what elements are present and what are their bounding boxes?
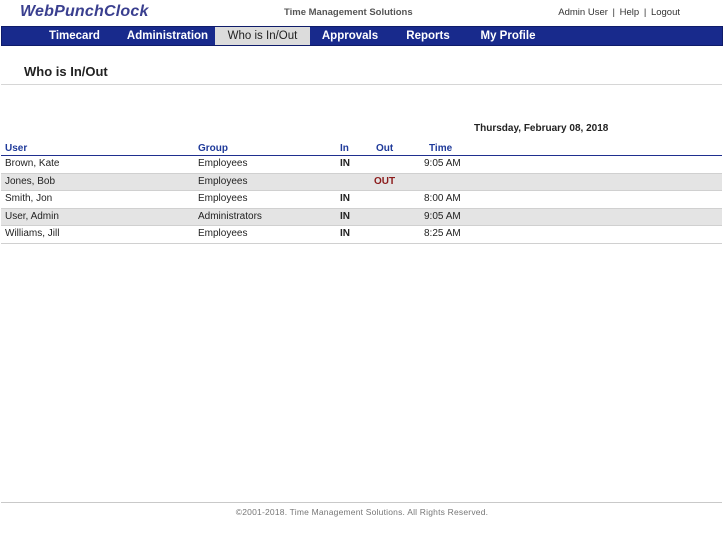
nav-tab-administration[interactable]: Administration: [121, 27, 214, 45]
column-header-user[interactable]: User: [5, 143, 27, 155]
table-row: Williams, Jill Employees IN 8:25 AM: [1, 226, 722, 244]
column-header-time[interactable]: Time: [429, 143, 452, 155]
link-separator: |: [612, 7, 615, 18]
cell-user: User, Admin: [5, 210, 59, 222]
title-divider: [1, 84, 722, 85]
cell-in-status: IN: [340, 158, 350, 169]
cell-group: Employees: [198, 175, 248, 187]
page-title: Who is In/Out: [24, 64, 108, 79]
footer-divider: [1, 502, 722, 503]
company-name: Time Management Solutions: [284, 7, 413, 18]
table-row: Brown, Kate Employees IN 9:05 AM: [1, 156, 722, 174]
copyright-footer: ©2001-2018. Time Management Solutions. A…: [235, 507, 489, 517]
cell-group: Administrators: [198, 210, 262, 222]
who-is-in-out-table: User Group In Out Time Brown, Kate Emplo…: [1, 143, 722, 244]
nav-tab-who-is-in-out[interactable]: Who is In/Out: [215, 27, 310, 45]
nav-tab-timecard[interactable]: Timecard: [28, 27, 121, 45]
table-header: User Group In Out Time: [1, 143, 722, 156]
link-separator: |: [643, 7, 647, 18]
cell-time: 9:05 AM: [424, 158, 461, 169]
cell-time: 8:00 AM: [424, 193, 461, 204]
nav-tab-my-profile[interactable]: My Profile: [466, 27, 550, 45]
logout-link[interactable]: Logout: [651, 7, 680, 18]
cell-time: 8:25 AM: [424, 228, 461, 239]
cell-time: 9:05 AM: [424, 210, 461, 222]
cell-in-status: IN: [340, 210, 350, 222]
column-header-group[interactable]: Group: [198, 143, 228, 155]
cell-user: Brown, Kate: [5, 158, 60, 169]
nav-tab-reports[interactable]: Reports: [390, 27, 466, 45]
table-row: Smith, Jon Employees IN 8:00 AM: [1, 191, 722, 209]
cell-in-status: IN: [340, 228, 350, 239]
cell-user: Williams, Jill: [5, 228, 60, 239]
top-bar: WebPunchClock Time Management Solutions …: [0, 0, 724, 26]
main-nav: Timecard Administration Who is In/Out Ap…: [1, 26, 723, 46]
nav-tab-approvals[interactable]: Approvals: [310, 27, 390, 45]
cell-group: Employees: [198, 228, 248, 239]
cell-in-status: IN: [340, 193, 350, 204]
user-links: Admin User | Help | Logout: [558, 7, 680, 18]
table-row: User, Admin Administrators IN 9:05 AM: [1, 208, 722, 226]
column-header-in[interactable]: In: [340, 143, 349, 155]
cell-group: Employees: [198, 158, 248, 169]
cell-user: Jones, Bob: [5, 175, 56, 187]
current-date: Thursday, February 08, 2018: [474, 123, 609, 134]
table-row: Jones, Bob Employees OUT: [1, 173, 722, 191]
current-user-link[interactable]: Admin User: [558, 7, 608, 18]
cell-out-status: OUT: [374, 175, 396, 187]
column-header-out[interactable]: Out: [376, 143, 393, 155]
app-logo[interactable]: WebPunchClock: [20, 3, 149, 21]
cell-group: Employees: [198, 193, 248, 204]
cell-user: Smith, Jon: [5, 193, 53, 204]
help-link[interactable]: Help: [620, 7, 640, 18]
